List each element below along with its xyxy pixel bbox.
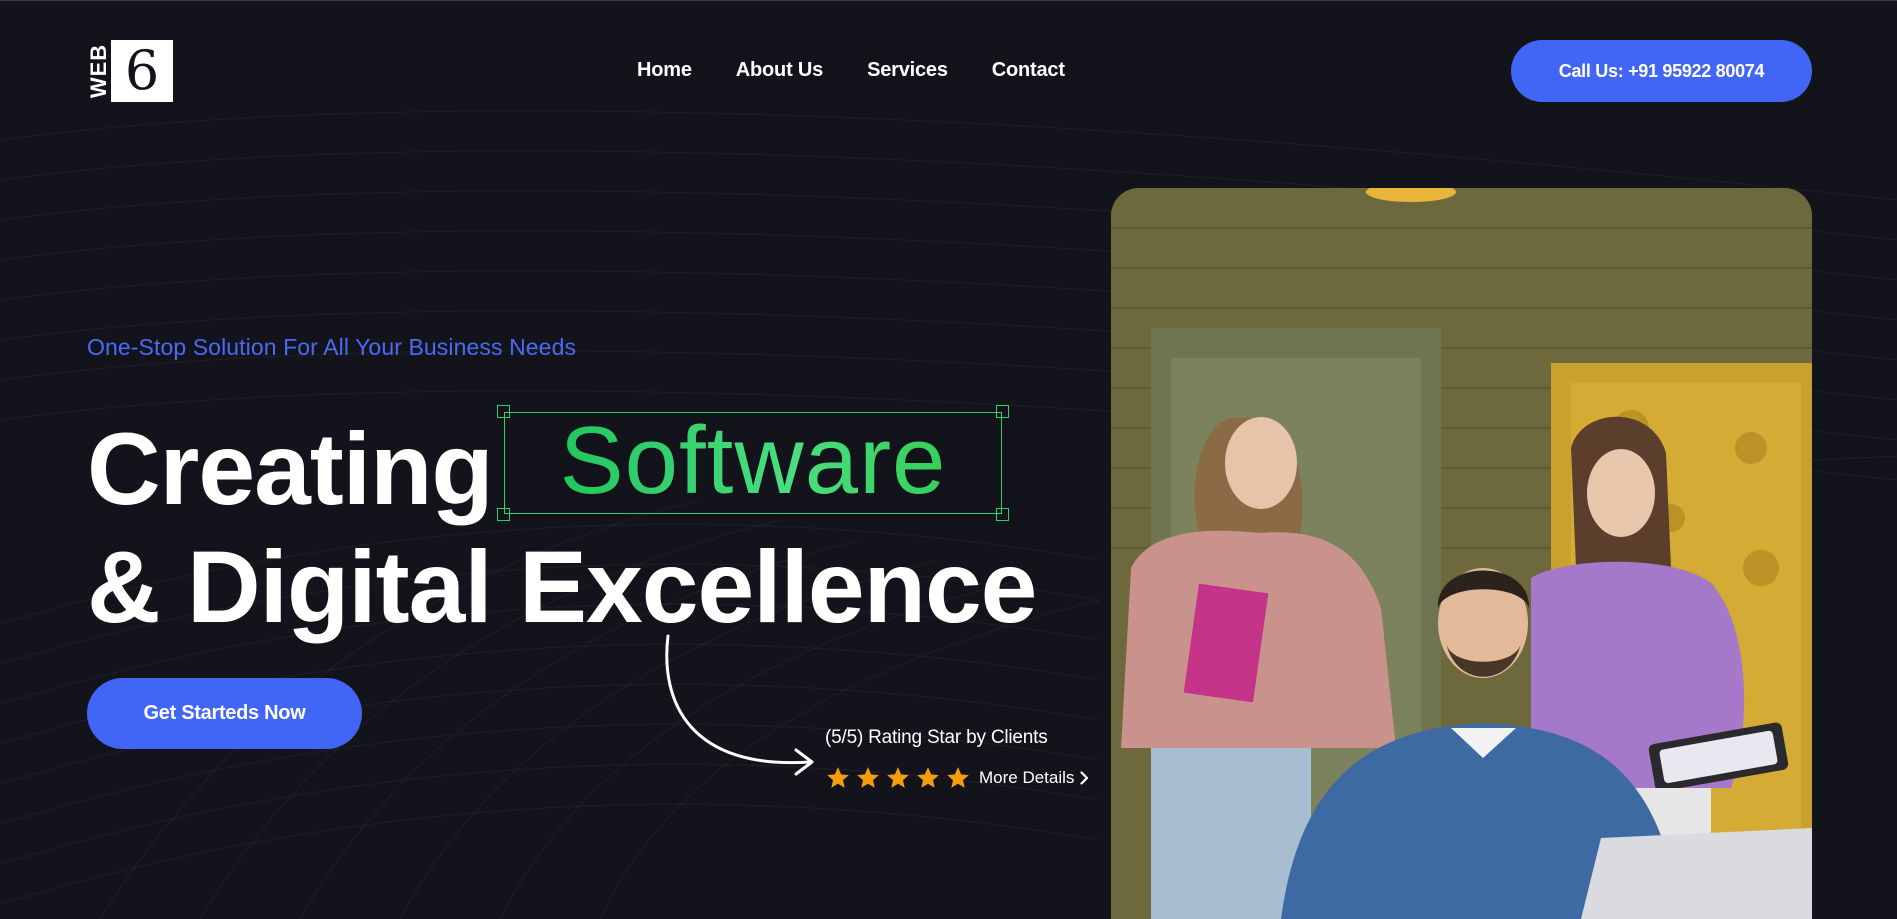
star-icon xyxy=(887,767,909,788)
headline-start: Creating xyxy=(87,412,494,526)
star-icon xyxy=(827,767,849,788)
get-started-button[interactable]: Get Starteds Now xyxy=(87,678,362,749)
headline-line2: & Digital Excellence xyxy=(87,530,1037,644)
logo-mark: 6 xyxy=(111,40,173,102)
highlight-box: Software xyxy=(497,405,1009,521)
star-icon xyxy=(917,767,939,788)
star-icon xyxy=(947,767,969,788)
nav-about-us[interactable]: About Us xyxy=(736,59,823,82)
logo-text: WEB xyxy=(86,43,111,99)
team-photo xyxy=(1111,188,1812,919)
logo-wordmark: WEB xyxy=(86,40,111,102)
more-details-label: More Details xyxy=(979,768,1075,787)
hero-tagline: One-Stop Solution For All Your Business … xyxy=(87,334,577,360)
rating-stars: More Details xyxy=(825,765,1089,791)
chevron-right-icon xyxy=(1080,771,1089,785)
nav-contact[interactable]: Contact xyxy=(992,59,1065,82)
nav-services[interactable]: Services xyxy=(867,59,948,82)
logo[interactable]: WEB 6 xyxy=(86,40,173,102)
call-us-button[interactable]: Call Us: +91 95922 80074 xyxy=(1511,40,1812,102)
main-nav: Home About Us Services Contact xyxy=(637,59,1065,82)
highlight-word: Software xyxy=(559,407,947,514)
top-divider xyxy=(0,0,1897,1)
more-details-link[interactable]: More Details xyxy=(979,768,1089,788)
nav-home[interactable]: Home xyxy=(637,59,692,82)
selection-handle xyxy=(497,508,510,521)
curved-arrow-icon xyxy=(665,634,814,776)
star-icon xyxy=(857,767,879,788)
selection-handle xyxy=(996,508,1009,521)
hero-headline: Creating & Digital Excellence xyxy=(87,410,1037,644)
selection-handle xyxy=(996,405,1009,418)
selection-handle xyxy=(497,405,510,418)
rating-text: (5/5) Rating Star by Clients xyxy=(825,727,1048,748)
